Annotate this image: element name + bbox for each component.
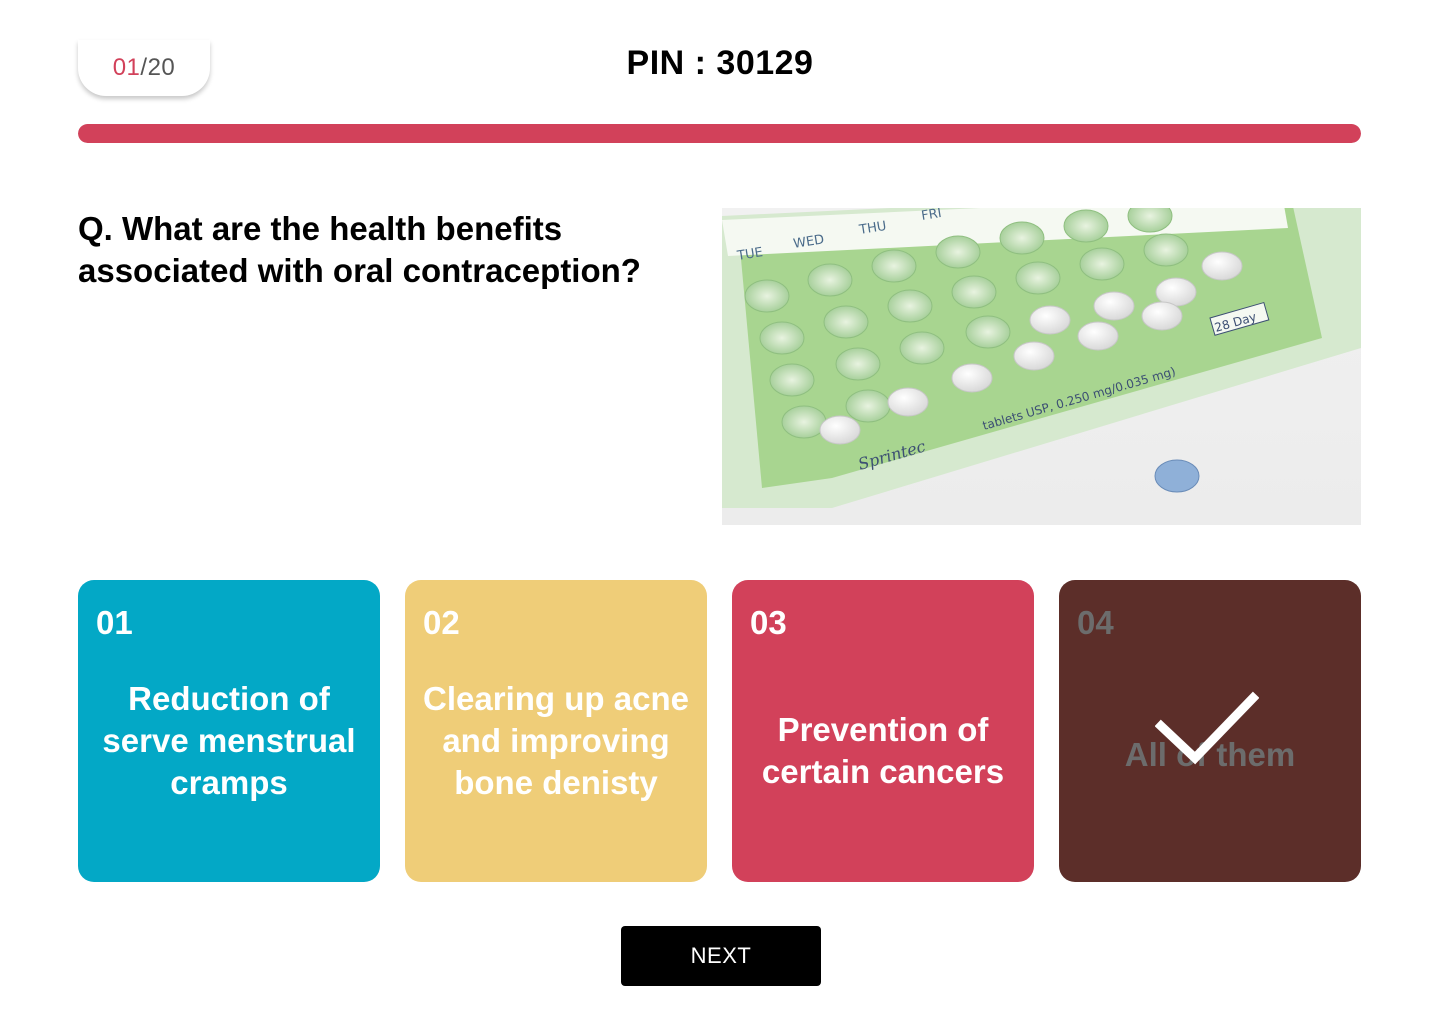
pin-label: PIN : 30129 — [626, 44, 814, 82]
option-number: 02 — [423, 604, 460, 641]
question-text: Q. What are the health benefits associat… — [78, 210, 641, 289]
option-text: Reduction of serve menstrual cramps — [102, 680, 356, 801]
option-text: Prevention of certain cancers — [761, 711, 1005, 790]
option-number: 04 — [1077, 604, 1114, 641]
answer-option-4-selected[interactable]: 04 All of them — [1059, 580, 1361, 882]
progress-bar — [78, 124, 1361, 143]
answer-option-2[interactable]: 02 Clearing up acne and improving bone d… — [405, 580, 707, 882]
pill-pack-illustration: TUE WED THU FRI tablets USP, 0.250 mg/0.… — [722, 208, 1361, 508]
question-image: TUE WED THU FRI tablets USP, 0.250 mg/0.… — [722, 208, 1361, 525]
option-number: 03 — [750, 604, 787, 641]
progress-fill — [78, 124, 1361, 143]
quiz-page: 01/20 PIN : 30129 Q. What are the health… — [0, 0, 1440, 1024]
checkmark-icon — [1155, 691, 1259, 765]
answer-option-1[interactable]: 01 Reduction of serve menstrual cramps — [78, 580, 380, 882]
option-number: 01 — [96, 604, 133, 641]
option-text: Clearing up acne and improving bone deni… — [423, 680, 689, 801]
answer-option-3[interactable]: 03 Prevention of certain cancers — [732, 580, 1034, 882]
next-button[interactable]: NEXT — [621, 926, 821, 986]
